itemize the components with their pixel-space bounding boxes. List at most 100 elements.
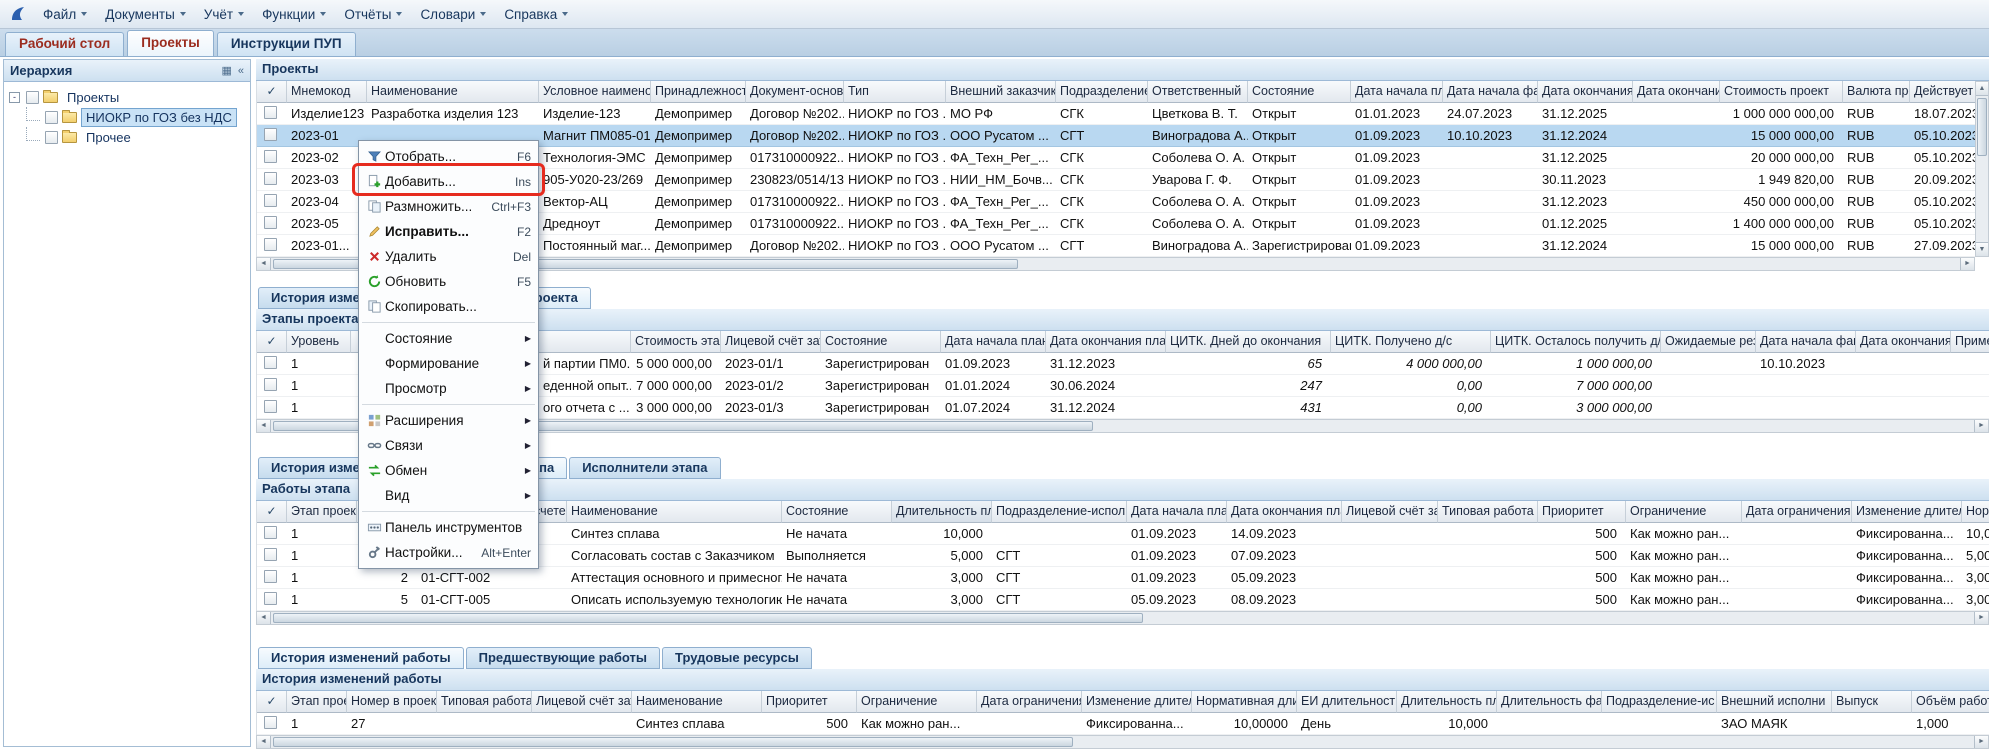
column-header[interactable]: Изменение длител xyxy=(1852,501,1962,523)
menubar-item[interactable]: Словари xyxy=(411,0,495,28)
table-cell[interactable] xyxy=(1633,213,1720,234)
table-cell[interactable] xyxy=(1443,147,1538,168)
table-cell[interactable]: 01.09.2023 xyxy=(941,353,1046,374)
table-cell[interactable]: Разработка изделия 123 xyxy=(367,103,539,124)
table-cell[interactable]: Демопример xyxy=(651,103,746,124)
scroll-thumb[interactable] xyxy=(273,613,1143,623)
table-cell[interactable]: НИОКР по ГОЗ ... xyxy=(844,235,946,256)
table-cell[interactable]: Фиксированна... xyxy=(1852,589,1962,610)
column-header[interactable]: Состояние xyxy=(782,501,892,523)
table-cell[interactable]: Описать используемую технологию xyxy=(567,589,782,610)
table-cell[interactable]: Открыт xyxy=(1248,103,1351,124)
table-cell[interactable]: Виноградова А... xyxy=(1148,125,1248,146)
column-header[interactable]: Дата окончания ф xyxy=(1856,331,1951,353)
row-select-cell[interactable] xyxy=(257,375,287,396)
tree-node-niokr[interactable]: НИОКР по ГОЗ без НДС xyxy=(18,107,248,127)
table-cell[interactable]: Демопример xyxy=(651,213,746,234)
row-select-cell[interactable] xyxy=(257,523,287,544)
context-menu-item[interactable]: Скопировать... xyxy=(359,294,538,319)
scroll-right-icon[interactable]: ► xyxy=(1960,258,1974,270)
column-header[interactable]: Дата ограничения xyxy=(1742,501,1852,523)
column-header[interactable]: Типовая работа xyxy=(437,691,532,713)
column-header[interactable]: Внешний исполни xyxy=(1717,691,1832,713)
table-cell[interactable]: СГТ xyxy=(992,589,1127,610)
table-cell[interactable]: 01.09.2023 xyxy=(1127,545,1227,566)
column-header[interactable]: Внешний заказчик xyxy=(946,81,1056,103)
table-cell[interactable]: 14.09.2023 xyxy=(1227,523,1342,544)
table-cell[interactable] xyxy=(977,713,1082,734)
table-cell[interactable]: Синтез сплава xyxy=(567,523,782,544)
table-cell[interactable]: Цветкова В. Т. xyxy=(1148,103,1248,124)
select-all-header[interactable]: ✓ xyxy=(257,501,287,523)
column-header[interactable]: Дата ограничения xyxy=(977,691,1082,713)
table-cell[interactable]: 1 000 000,00 xyxy=(1491,353,1661,374)
table-cell[interactable]: 30.11.2023 xyxy=(1538,169,1633,190)
table-cell[interactable] xyxy=(1497,713,1602,734)
table-cell[interactable]: 3,000 xyxy=(892,567,992,588)
table-cell[interactable]: 2023-01/2 xyxy=(721,375,821,396)
tree-checkbox[interactable] xyxy=(45,111,58,124)
row-checkbox[interactable] xyxy=(264,216,277,229)
context-menu-item[interactable]: Панель инструментов xyxy=(359,515,538,540)
table-cell[interactable]: 31.12.2024 xyxy=(1538,125,1633,146)
table-cell[interactable]: Как можно ран... xyxy=(1626,589,1742,610)
table-cell[interactable]: 27 xyxy=(347,713,437,734)
column-header[interactable]: ЕИ длительности xyxy=(1297,691,1397,713)
table-cell[interactable]: 3,000 xyxy=(892,589,992,610)
table-cell[interactable]: 1 400 000 000,00 xyxy=(1720,213,1843,234)
table-cell[interactable]: Открыт xyxy=(1248,147,1351,168)
menubar-item[interactable]: Функции xyxy=(253,0,335,28)
table-cell[interactable] xyxy=(1742,523,1852,544)
scroll-down-icon[interactable]: ▼ xyxy=(1976,242,1988,256)
column-header[interactable]: Ограничение xyxy=(1626,501,1742,523)
collapse-panel-icon[interactable]: « xyxy=(238,61,244,81)
row-select-cell[interactable] xyxy=(257,567,287,588)
context-menu-item[interactable]: Вид▶ xyxy=(359,483,538,508)
table-cell[interactable]: 450 000 000,00 xyxy=(1720,191,1843,212)
table-cell[interactable]: 24.07.2023 xyxy=(1443,103,1538,124)
table-cell[interactable]: еденной опыт... xyxy=(539,375,631,396)
table-cell[interactable]: СГК xyxy=(1056,191,1148,212)
column-header[interactable]: Лицевой счёт затр xyxy=(532,691,632,713)
context-menu-item[interactable]: Расширения▶ xyxy=(359,408,538,433)
column-header[interactable]: Уровень xyxy=(287,331,351,353)
table-cell[interactable]: Не начата xyxy=(782,523,892,544)
table-cell[interactable]: 31.12.2023 xyxy=(1046,353,1166,374)
table-cell[interactable]: 1 xyxy=(287,375,351,396)
table-cell[interactable]: RUB xyxy=(1843,191,1910,212)
table-cell[interactable]: 1 xyxy=(287,589,357,610)
table-cell[interactable] xyxy=(1602,713,1717,734)
column-header[interactable]: Дата начала факт xyxy=(1443,81,1538,103)
table-cell[interactable] xyxy=(1342,589,1438,610)
scroll-up-icon[interactable]: ▲ xyxy=(1976,82,1988,96)
context-menu-item[interactable]: Связи▶ xyxy=(359,433,538,458)
scroll-left-icon[interactable]: ◄ xyxy=(257,420,271,432)
table-cell[interactable]: Не начата xyxy=(782,567,892,588)
table-cell[interactable]: RUB xyxy=(1843,103,1910,124)
table-cell[interactable]: 500 xyxy=(1538,523,1626,544)
column-header[interactable]: Документ-основан xyxy=(746,81,844,103)
table-cell[interactable]: 0,00 xyxy=(1331,397,1491,418)
table-cell[interactable]: 01-СГТ-005 xyxy=(417,589,567,610)
table-cell[interactable]: ЗАО МАЯК xyxy=(1717,713,1832,734)
table-cell[interactable]: 31.12.2024 xyxy=(1046,397,1166,418)
table-cell[interactable]: RUB xyxy=(1843,125,1910,146)
table-cell[interactable]: 2023-01... xyxy=(287,235,367,256)
table-cell[interactable]: 01.09.2023 xyxy=(1351,125,1443,146)
table-cell[interactable]: 0,00 xyxy=(1331,375,1491,396)
table-cell[interactable]: Как можно ран... xyxy=(1626,567,1742,588)
table-cell[interactable] xyxy=(1633,169,1720,190)
row-select-cell[interactable] xyxy=(257,103,287,124)
column-header[interactable]: Типовая работа xyxy=(1438,501,1538,523)
row-checkbox[interactable] xyxy=(264,378,277,391)
table-cell[interactable]: 30.06.2024 xyxy=(1046,375,1166,396)
column-header[interactable]: Условное наименование xyxy=(539,81,651,103)
table-cell[interactable]: СГТ xyxy=(992,567,1127,588)
row-checkbox[interactable] xyxy=(264,592,277,605)
table-cell[interactable]: Как можно ран... xyxy=(1626,545,1742,566)
table-cell[interactable]: 18.07.2023 xyxy=(1910,103,1975,124)
column-header[interactable]: Дата окончания п xyxy=(1538,81,1633,103)
menubar-item[interactable]: Отчёты xyxy=(335,0,411,28)
grid-view-icon[interactable]: ▦ xyxy=(221,61,231,81)
table-cell[interactable] xyxy=(1633,191,1720,212)
